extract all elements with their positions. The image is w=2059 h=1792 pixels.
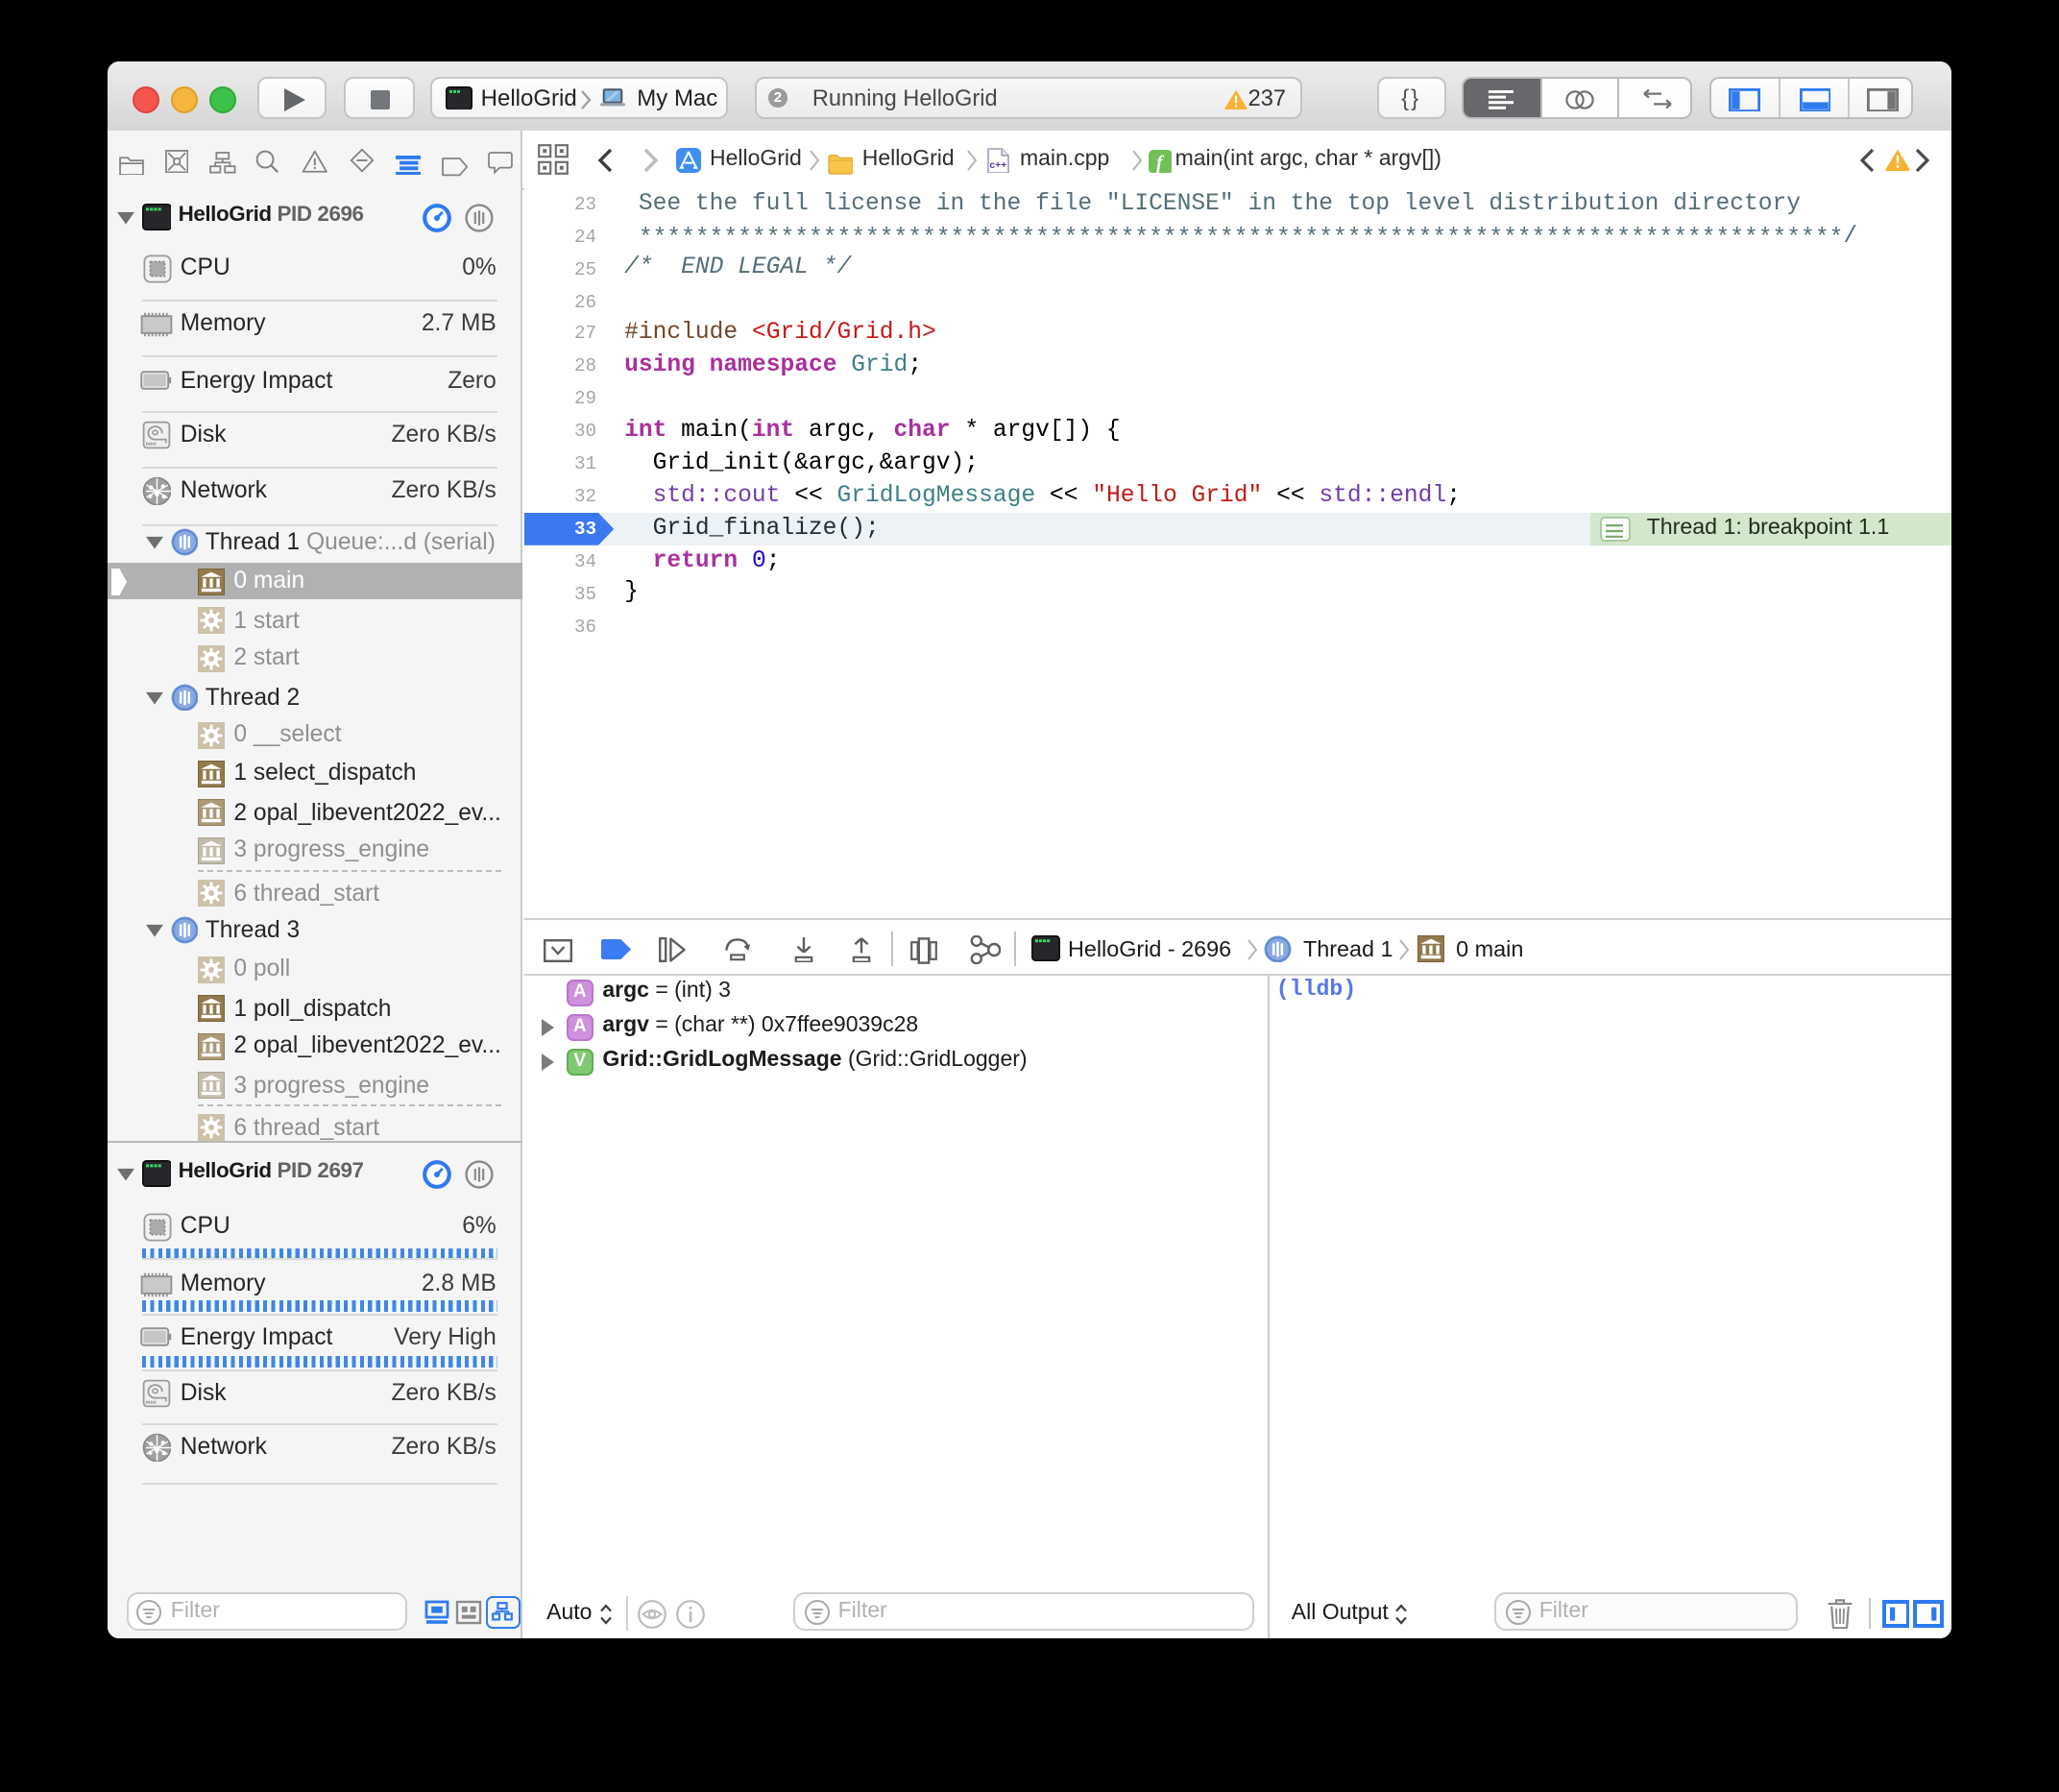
svg-text:c++: c++ [990,160,1007,171]
